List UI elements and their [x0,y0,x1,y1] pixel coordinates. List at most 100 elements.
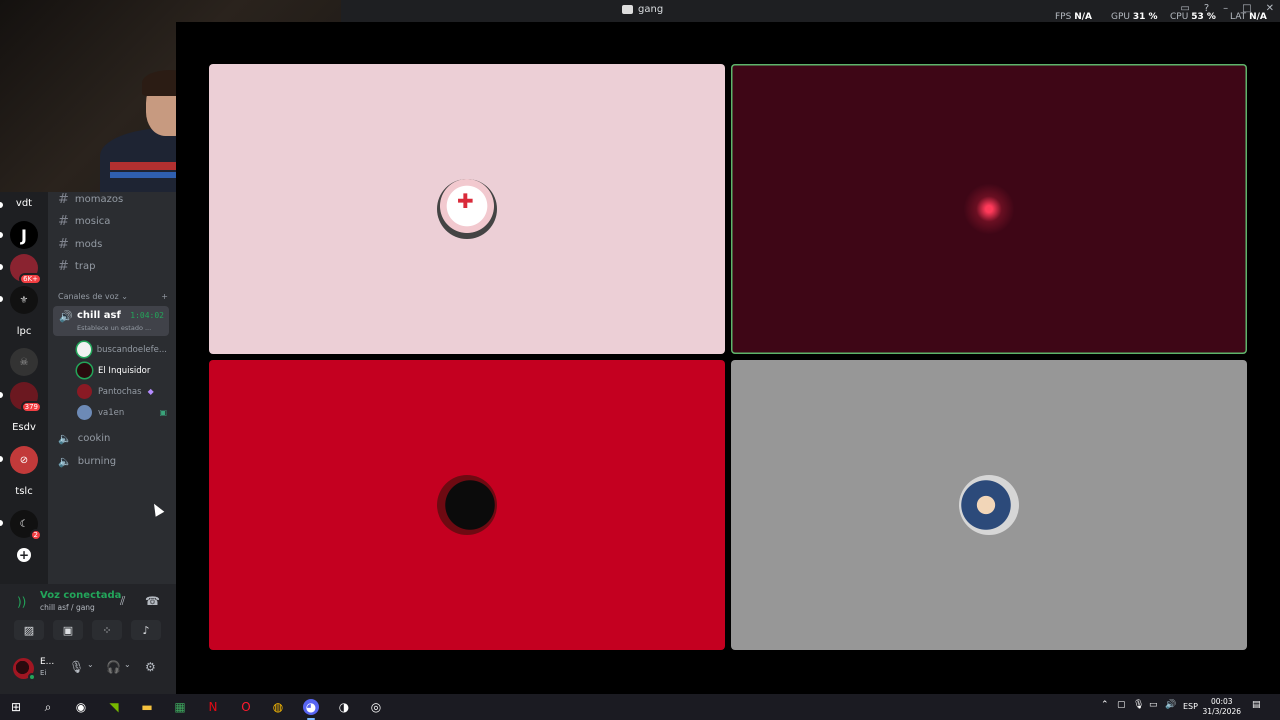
inbox-icon[interactable]: ▭ [1180,3,1189,14]
server-label: J [21,225,27,245]
voice-connection-panel: )) Voz conectada chill asf / gang ⫽ ☎ ▨ … [0,584,176,694]
server-skull[interactable]: ☠ [10,348,38,376]
speaker-icon: 🔈 [58,455,72,468]
notifications-icon[interactable]: ▤ [1252,700,1261,710]
help-icon[interactable]: ? [1204,3,1209,14]
voice-member[interactable]: va1en ▣ [77,405,167,420]
server-6k[interactable]: 6K+ [10,254,42,285]
participant-tile[interactable] [731,64,1247,354]
channel-mods[interactable]: # mods [58,237,102,252]
system-clock[interactable]: 00:03 31/3/2026 [1203,697,1241,717]
screen-share-icon: ▣ [62,623,74,637]
unread-indicator [0,392,3,398]
disconnect-icon[interactable]: ☎ [145,594,160,608]
tray-mic-icon[interactable]: 🎙 [1133,700,1144,710]
member-name: Pantochas [98,386,142,397]
steam-icon[interactable]: ◉ [73,699,89,715]
camera-off-button[interactable]: ▨ [14,620,44,640]
server-2[interactable]: ☾ 2 [10,510,42,541]
search-icon[interactable]: ⌕ [40,699,56,715]
voice-member[interactable]: Pantochas ◆ [77,384,167,399]
activities-button[interactable]: ⁘ [92,620,122,640]
unread-indicator [0,264,3,270]
opera-gx-icon[interactable]: O [238,699,254,715]
unread-indicator [0,296,3,302]
participant-tile[interactable] [731,360,1247,650]
voice-timer: 1:04:02 [130,311,164,320]
obs-icon[interactable]: ◑ [336,699,352,715]
nvidia-icon[interactable]: ◥ [106,699,122,715]
channel-momazos[interactable]: # momazos [58,192,123,207]
mention-badge: 379 [20,401,42,413]
soundboard-button[interactable]: ♪ [131,620,161,640]
member-name: buscandoelefe... [96,344,167,355]
plus-circle-icon: + [17,548,31,562]
voice-status[interactable]: Voz conectada [40,590,121,601]
participant-tile[interactable]: ✚ [209,64,725,354]
chevron-down-icon[interactable]: ⌄ [124,660,131,669]
store-icon[interactable]: ▦ [172,699,188,715]
participant-tile[interactable] [209,360,725,650]
app-icon[interactable]: ◎ [368,699,384,715]
add-server-button[interactable]: + [10,541,38,569]
maximize-button[interactable]: □ [1242,3,1251,14]
server-no[interactable]: ⊘ [10,446,38,474]
server-lpc[interactable]: lpc [10,317,38,345]
fps-value: N/A [1074,12,1092,22]
voice-channel-name: chill asf [77,310,121,321]
chrome-icon[interactable]: ◍ [270,699,286,715]
discord-icon[interactable]: ◕ [303,699,319,715]
add-channel-button[interactable]: + [161,292,168,301]
minimize-button[interactable]: – [1223,3,1228,14]
voice-channel-cookin[interactable]: 🔈 cookin [58,432,110,445]
hash-icon: # [58,259,69,274]
participant-avatar: ✚ [437,179,497,239]
server-esdv[interactable]: Esdv [10,413,38,441]
chevron-down-icon[interactable]: ⌄ [87,660,94,669]
server-379[interactable]: 379 [10,382,42,413]
microphone-icon[interactable]: 🎙 [69,660,84,674]
channel-mosica[interactable]: # mosica [58,214,110,229]
tray-chevron-up-icon[interactable]: ⌃ [1101,700,1109,710]
unread-indicator [0,232,3,238]
close-button[interactable]: ✕ [1266,3,1274,14]
tray-volume-icon[interactable]: 🔊 [1165,700,1176,710]
server-vdt[interactable]: vdt [10,189,38,217]
username: E... [40,657,55,667]
windows-start-icon[interactable]: ⊞ [8,699,24,715]
screen-share-button[interactable]: ▣ [53,620,83,640]
voice-channel-path[interactable]: chill asf / gang [40,603,95,612]
netflix-icon[interactable]: N [205,699,221,715]
forbidden-icon: ⊘ [19,454,29,466]
voice-channel-chill-asf[interactable]: 🔊 chill asf 1:04:02 Establece un estado … [53,306,169,336]
channel-label: cookin [77,433,111,444]
avatar[interactable] [13,658,36,681]
file-explorer-icon[interactable]: ▬ [139,699,155,715]
clock-date: 31/3/2026 [1202,707,1241,716]
hash-icon: # [58,214,69,229]
server-tslc[interactable]: tslc [10,477,38,505]
language-indicator[interactable]: ESP [1183,702,1198,711]
server-j[interactable]: J [10,221,38,249]
speaker-icon: 🔈 [58,432,72,445]
voice-member[interactable]: El Inquisidor [77,363,167,378]
set-status-text[interactable]: Establece un estado ... [77,324,151,332]
noise-suppression-icon[interactable]: ⫽ [120,594,125,609]
server-label: tslc [15,485,33,497]
avatar [77,405,92,420]
headphones-icon[interactable]: 🎧 [106,660,121,674]
mention-badge: 6K+ [19,273,42,285]
tray-network-icon[interactable]: ▭ [1149,700,1158,710]
channel-trap[interactable]: # trap [58,259,95,274]
tray-app-icon[interactable]: ▢ [1117,700,1126,710]
voice-channel-burning[interactable]: 🔈 burning [58,455,116,468]
fps-label: FPS [1055,12,1072,22]
window-controls: ▭ ? – □ ✕ [1180,3,1274,14]
voice-category-header[interactable]: Canales de voz ⌄ + [58,292,168,301]
member-name: El Inquisidor [98,365,151,376]
user-status: Ei [40,669,47,677]
settings-gear-icon[interactable]: ⚙ [145,660,156,674]
voice-member[interactable]: buscandoelefe... [77,342,167,357]
server-wings[interactable]: ⚜ [10,286,38,314]
speaker-icon: 🔊 [59,310,73,323]
